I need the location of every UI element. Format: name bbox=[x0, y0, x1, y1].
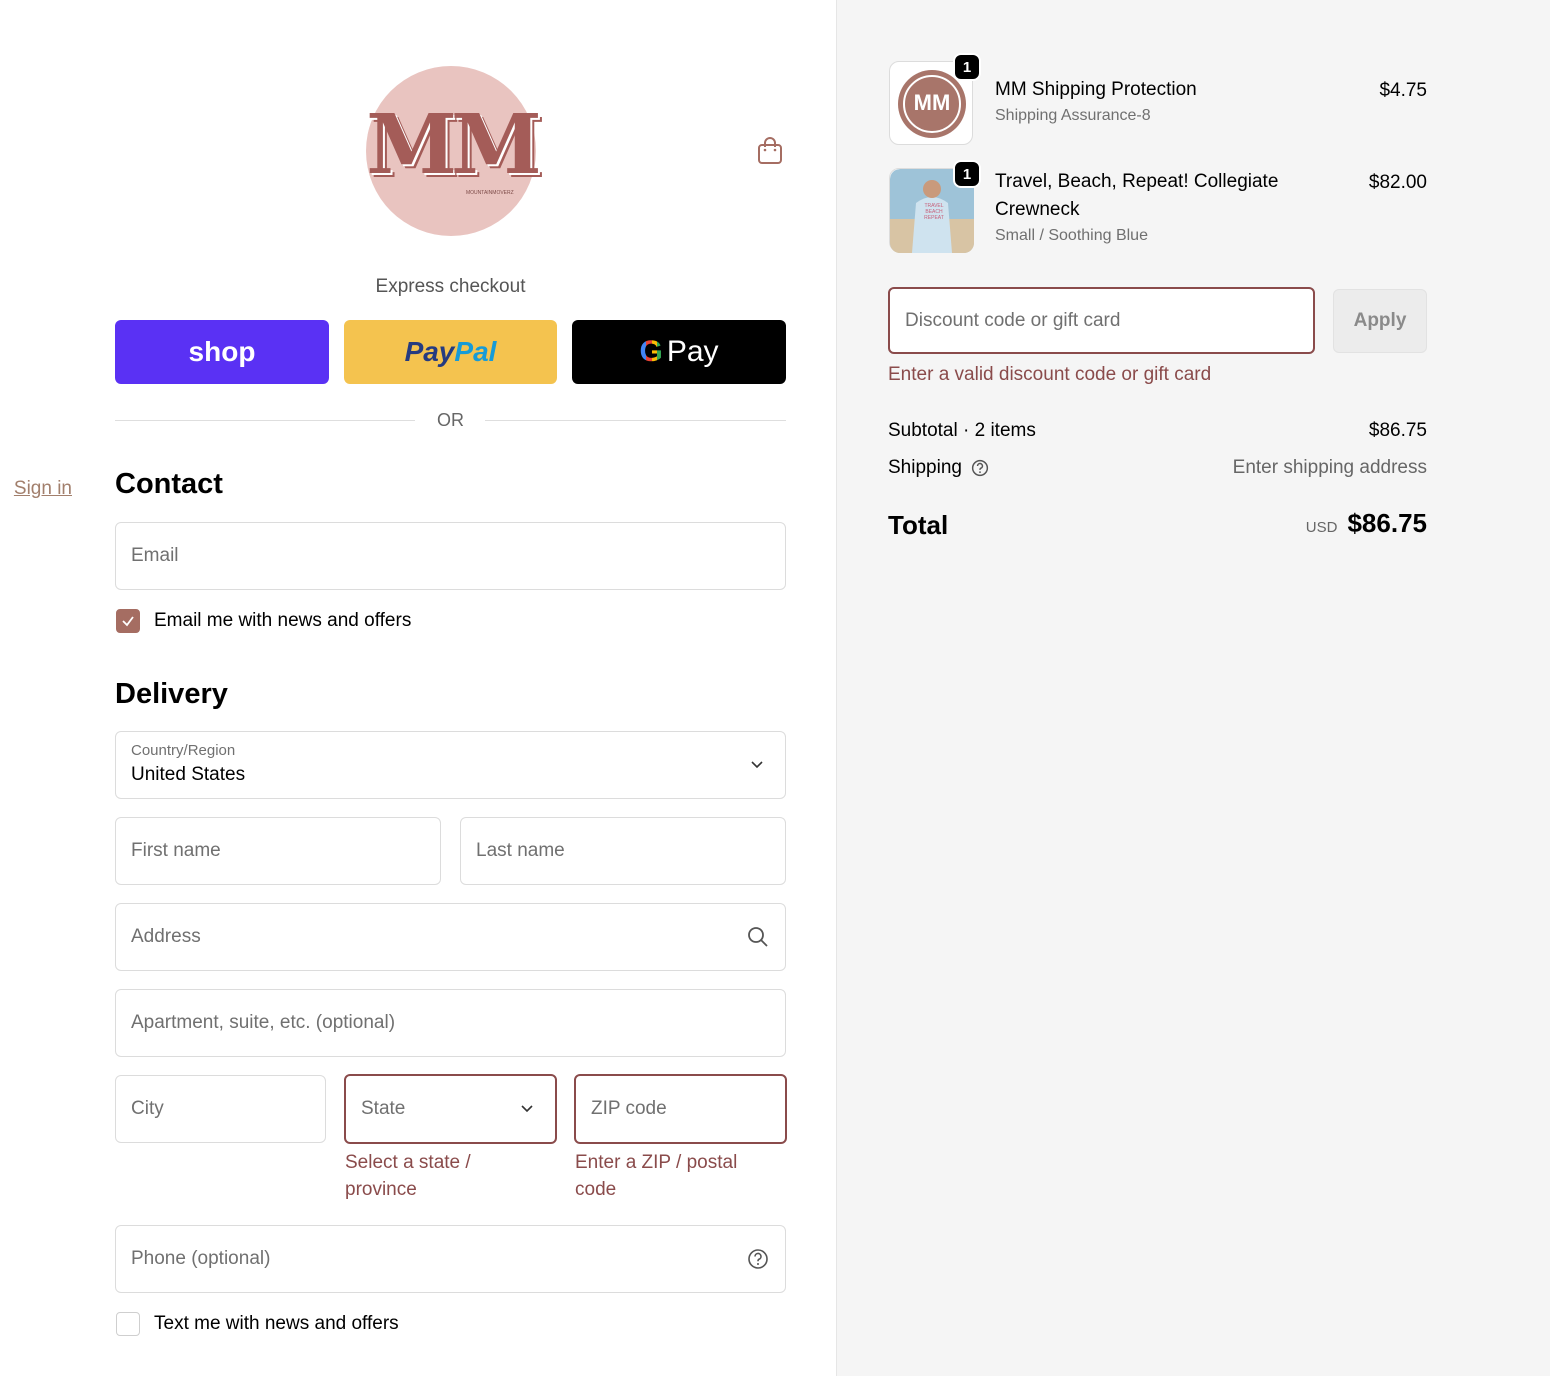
discount-placeholder: Discount code or gift card bbox=[905, 310, 1121, 331]
email-news-label: Email me with news and offers bbox=[154, 610, 412, 631]
contact-heading: Contact bbox=[115, 468, 223, 500]
sms-news-option[interactable]: Text me with news and offers bbox=[116, 1312, 399, 1336]
sign-in-link[interactable]: Sign in bbox=[14, 478, 72, 500]
apartment-placeholder: Apartment, suite, etc. (optional) bbox=[131, 1012, 396, 1033]
zip-error: Enter a ZIP / postal code bbox=[575, 1152, 738, 1200]
help-icon[interactable] bbox=[747, 1248, 769, 1270]
phone-placeholder: Phone (optional) bbox=[131, 1248, 271, 1269]
state-select[interactable]: State bbox=[344, 1074, 557, 1144]
shop-pay-label: shop bbox=[188, 336, 256, 367]
product-thumbnail: MM 1 bbox=[889, 53, 981, 145]
quantity-badge: 1 bbox=[953, 53, 981, 81]
last-name-placeholder: Last name bbox=[476, 840, 565, 861]
sms-news-checkbox[interactable] bbox=[116, 1312, 140, 1336]
product-thumbnail: TRAVEL BEACH REPEAT 1 bbox=[889, 160, 981, 253]
chevron-down-icon bbox=[521, 1105, 533, 1113]
email-placeholder: Email bbox=[131, 545, 179, 566]
item-name: MM Shipping Protection bbox=[995, 79, 1197, 100]
subtotal-label: Subtotal · 2 items bbox=[888, 420, 1036, 441]
google-g-icon: G bbox=[639, 335, 663, 368]
google-pay-button[interactable]: G Pay bbox=[572, 320, 786, 384]
item-price: $82.00 bbox=[1368, 172, 1427, 193]
apartment-field[interactable]: Apartment, suite, etc. (optional) bbox=[115, 989, 786, 1057]
shop-pay-button[interactable]: shop bbox=[115, 320, 329, 384]
total-amount: $86.75 bbox=[1347, 508, 1427, 538]
state-placeholder: State bbox=[361, 1098, 406, 1119]
logo-text: MM bbox=[366, 97, 542, 193]
store-logo[interactable]: MM MOUNTAINMOVERZ bbox=[366, 66, 542, 236]
express-checkout-label: Express checkout bbox=[375, 276, 526, 297]
help-icon[interactable] bbox=[971, 459, 989, 477]
sms-news-label: Text me with news and offers bbox=[154, 1313, 399, 1334]
item-name: Travel, Beach, Repeat! Collegiate Crewne… bbox=[995, 171, 1279, 220]
google-pay-label: Pay bbox=[666, 335, 719, 368]
country-select[interactable]: Country/Region United States bbox=[115, 731, 786, 799]
thumbnail-text: TRAVEL BEACH REPEAT bbox=[924, 203, 944, 221]
email-news-checkbox[interactable] bbox=[116, 609, 140, 633]
quantity-badge: 1 bbox=[953, 160, 981, 188]
zip-placeholder: ZIP code bbox=[591, 1098, 667, 1119]
last-name-field[interactable]: Last name bbox=[460, 817, 786, 885]
item-variant: Small / Soothing Blue bbox=[995, 227, 1148, 244]
shipping-label: Shipping bbox=[888, 457, 962, 478]
shipping-value: Enter shipping address bbox=[1232, 457, 1427, 478]
country-label: Country/Region bbox=[131, 742, 236, 759]
email-news-option[interactable]: Email me with news and offers bbox=[116, 609, 411, 633]
currency-code: USD bbox=[1305, 519, 1338, 536]
or-label: OR bbox=[437, 410, 464, 430]
logo-subtext: MOUNTAINMOVERZ bbox=[466, 190, 514, 196]
state-error: Select a state / province bbox=[345, 1152, 471, 1200]
checkout-main: MM MOUNTAINMOVERZ Express checkout shop … bbox=[0, 0, 837, 1376]
address-placeholder: Address bbox=[131, 926, 201, 947]
city-field[interactable]: City bbox=[115, 1075, 326, 1143]
city-placeholder: City bbox=[131, 1098, 164, 1119]
paypal-label-part2: Pal bbox=[454, 336, 497, 367]
address-field[interactable]: Address bbox=[115, 903, 786, 971]
zip-field[interactable]: ZIP code bbox=[574, 1074, 787, 1144]
country-value: United States bbox=[131, 764, 246, 785]
paypal-label-part1: Pay bbox=[404, 336, 455, 367]
first-name-placeholder: First name bbox=[131, 840, 221, 861]
order-summary: MM 1 MM Shipping Protection Shipping Ass… bbox=[837, 0, 1550, 1376]
checkmark-icon bbox=[122, 616, 134, 627]
apply-button[interactable]: Apply bbox=[1333, 289, 1427, 353]
shopping-bag-icon[interactable] bbox=[757, 137, 783, 165]
delivery-heading: Delivery bbox=[115, 678, 228, 710]
thumbnail-text: MM bbox=[913, 90, 951, 115]
item-price: $4.75 bbox=[1379, 80, 1427, 101]
discount-error: Enter a valid discount code or gift card bbox=[888, 364, 1212, 385]
item-variant: Shipping Assurance-8 bbox=[995, 107, 1151, 124]
total-label: Total bbox=[888, 510, 949, 540]
email-field[interactable]: Email bbox=[115, 522, 786, 590]
first-name-field[interactable]: First name bbox=[115, 817, 441, 885]
discount-code-input[interactable]: Discount code or gift card bbox=[888, 287, 1315, 354]
search-icon[interactable] bbox=[747, 926, 769, 948]
subtotal-value: $86.75 bbox=[1368, 420, 1427, 441]
paypal-button[interactable]: Pay Pal bbox=[344, 320, 557, 384]
total-value: USD $86.75 bbox=[1306, 508, 1427, 539]
shipping-row: Shipping bbox=[888, 457, 989, 479]
or-divider: OR bbox=[115, 408, 786, 432]
chevron-down-icon bbox=[751, 761, 763, 769]
phone-field[interactable]: Phone (optional) bbox=[115, 1225, 786, 1293]
